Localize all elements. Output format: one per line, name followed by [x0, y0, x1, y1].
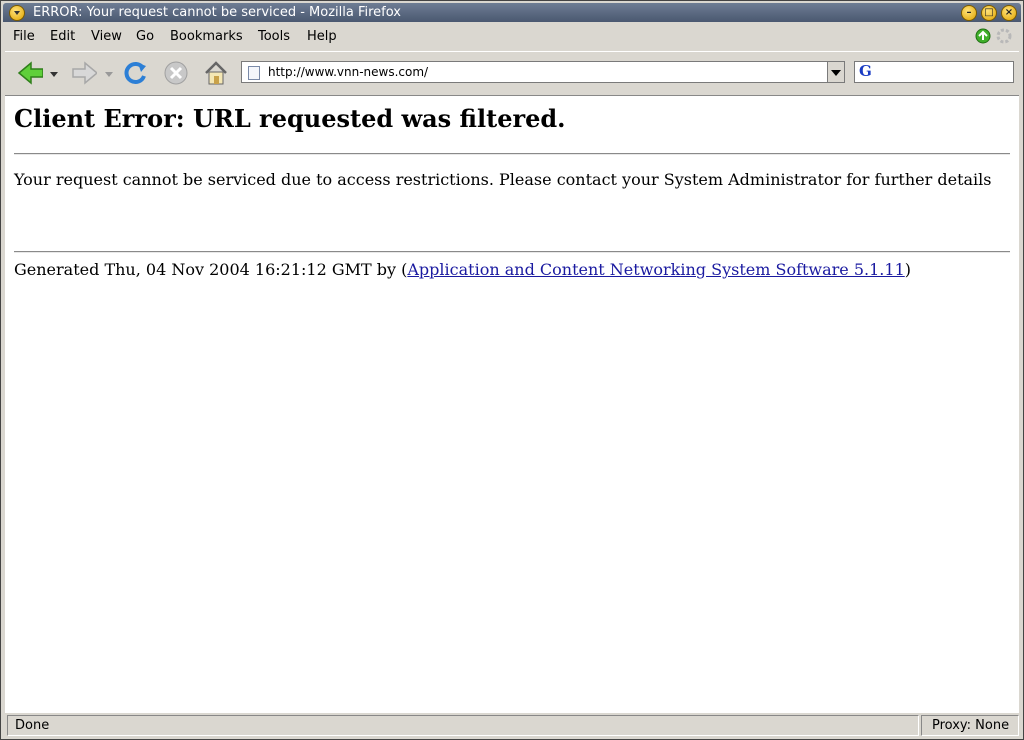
google-search-icon[interactable]: G	[859, 64, 873, 79]
menu-bookmarks[interactable]: Bookmarks	[170, 29, 243, 44]
status-bar: Done Proxy: None	[5, 714, 1019, 737]
home-icon[interactable]	[203, 60, 229, 86]
minimize-icon[interactable]: –	[961, 5, 977, 21]
back-dropdown-icon[interactable]	[50, 72, 58, 78]
search-box[interactable]: G	[854, 61, 1014, 83]
menu-file[interactable]: File	[13, 29, 35, 44]
error-message: Your request cannot be serviced due to a…	[14, 170, 992, 189]
address-input[interactable]: http://www.vnn-news.com/	[268, 65, 428, 79]
page-heading: Client Error: URL requested was filtered…	[14, 104, 566, 133]
address-bar[interactable]: http://www.vnn-news.com/	[241, 61, 845, 83]
maximize-icon[interactable]: □	[981, 5, 997, 21]
software-link[interactable]: Application and Content Networking Syste…	[407, 260, 904, 279]
window-menu-icon[interactable]	[9, 5, 25, 21]
window-title: ERROR: Your request cannot be serviced -…	[33, 5, 401, 20]
menu-tools[interactable]: Tools	[258, 29, 290, 44]
generated-line: Generated Thu, 04 Nov 2004 16:21:12 GMT …	[14, 260, 911, 279]
page-content: Client Error: URL requested was filtered…	[5, 95, 1019, 713]
reload-icon[interactable]	[123, 60, 149, 86]
close-icon[interactable]: ×	[1001, 5, 1017, 21]
divider	[14, 251, 1010, 253]
proxy-status: Proxy: None	[921, 715, 1019, 736]
address-dropdown-icon[interactable]	[827, 62, 844, 82]
title-bar: ERROR: Your request cannot be serviced -…	[3, 3, 1021, 22]
page-icon	[248, 66, 260, 80]
back-icon[interactable]	[17, 60, 43, 86]
update-icon[interactable]	[975, 28, 991, 44]
menu-go[interactable]: Go	[136, 29, 154, 44]
stop-icon[interactable]	[163, 60, 189, 86]
generated-suffix: )	[904, 260, 911, 279]
menu-bar: File Edit View Go Bookmarks Tools Help	[5, 25, 1019, 49]
generated-prefix: Generated Thu, 04 Nov 2004 16:21:12 GMT …	[14, 260, 408, 279]
divider	[14, 153, 1010, 155]
forward-icon[interactable]	[71, 60, 97, 86]
browser-window: ERROR: Your request cannot be serviced -…	[0, 0, 1024, 740]
menu-help[interactable]: Help	[307, 29, 337, 44]
forward-dropdown-icon[interactable]	[105, 72, 113, 78]
menu-edit[interactable]: Edit	[50, 29, 75, 44]
throbber-icon	[996, 28, 1012, 44]
status-text: Done	[7, 715, 919, 736]
menu-view[interactable]: View	[91, 29, 122, 44]
